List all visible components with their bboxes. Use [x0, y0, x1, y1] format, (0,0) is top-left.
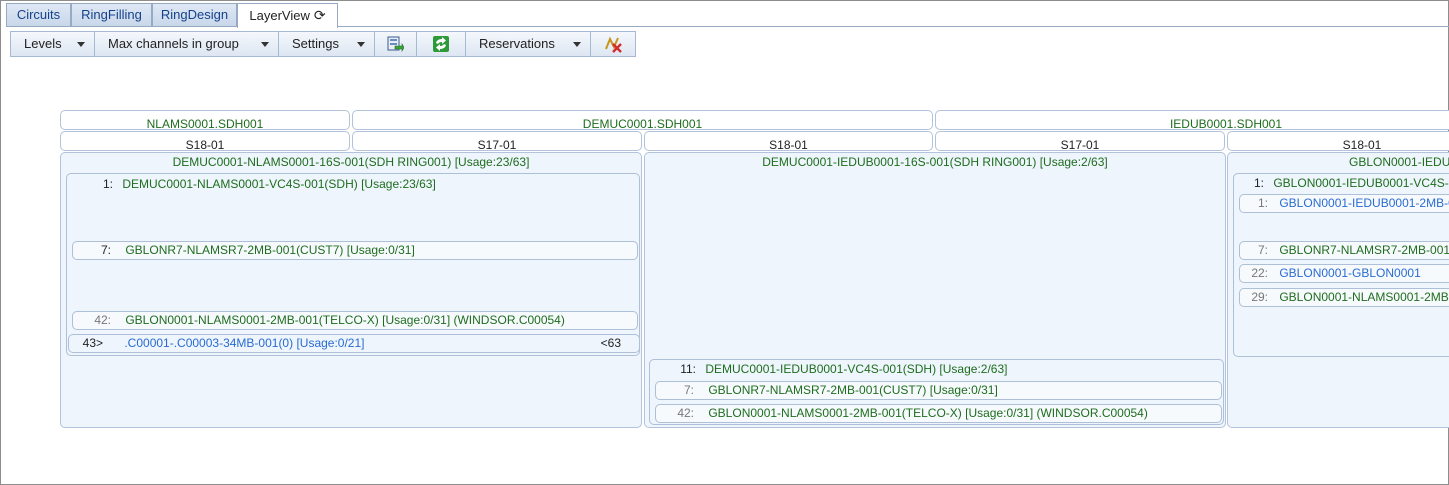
circuit-row[interactable]: 7: GBLONR7-NLAMSR7-2MB-001(CUST7) [Usage…: [72, 241, 638, 260]
tab-circuits[interactable]: Circuits: [6, 3, 71, 26]
ring-title: DEMUC0001-IEDUB0001-16S-001(SDH RING001)…: [762, 155, 1108, 169]
toolbar: Levels Max channels in group Settings Re…: [10, 31, 636, 57]
slot-header: S18-01: [60, 131, 350, 151]
node-header: DEMUC0001.SDH001: [352, 110, 933, 130]
delete-reservation-button[interactable]: [591, 32, 635, 56]
circuit-label: DEMUC0001-IEDUB0001-VC4S-001(SDH) [Usage…: [705, 362, 1008, 376]
chevron-down-icon: [357, 42, 365, 47]
slot-header: S17-01: [352, 131, 642, 151]
export-icon: [387, 36, 404, 53]
chevron-down-icon: [261, 42, 269, 47]
node-header: NLAMS0001.SDH001: [60, 110, 350, 130]
channel-number: 1:: [1257, 196, 1268, 210]
max-channels-label: Max channels in group: [108, 36, 239, 51]
export-button[interactable]: [375, 32, 417, 56]
vc4-row[interactable]: 1: DEMUC0001-NLAMS0001-VC4S-001(SDH) [Us…: [71, 176, 631, 193]
circuit-label: GBLONR7-NLAMSR7-2MB-001(CUST7) [Usage:0/…: [708, 383, 998, 397]
channel-number: 7:: [1257, 243, 1268, 257]
vc4-group[interactable]: 1: DEMUC0001-NLAMS0001-VC4S-001(SDH) [Us…: [66, 173, 640, 356]
circuit-row[interactable]: 22: GBLON0001-GBLON0001: [1239, 264, 1449, 283]
refresh-icon[interactable]: ⟳: [314, 7, 326, 23]
ring-title: DEMUC0001-NLAMS0001-16S-001(SDH RING001)…: [172, 155, 530, 169]
tab-layerview-label: LayerView: [249, 8, 310, 23]
circuit-row[interactable]: 7: GBLONR7-NLAMSR7-2MB-001(CUST7): [1239, 241, 1449, 260]
ring-panel[interactable]: DEMUC0001-NLAMS0001-16S-001(SDH RING001)…: [60, 152, 642, 428]
ring-title: GBLON0001-IEDUB0001: [1349, 155, 1449, 169]
vc4-row[interactable]: 1: GBLON0001-IEDUB0001-VC4S-001(SDH): [1238, 175, 1449, 192]
slot-header: S17-01: [935, 131, 1225, 151]
levels-dropdown[interactable]: Levels: [11, 32, 95, 56]
reservations-label: Reservations: [479, 36, 555, 51]
channel-number: 11:: [680, 362, 696, 376]
channel-number: 1:: [102, 177, 113, 191]
delete-icon: [605, 36, 622, 53]
vc4-group[interactable]: 1: GBLON0001-IEDUB0001-VC4S-001(SDH) 1: …: [1233, 173, 1449, 357]
circuit-row[interactable]: 1: GBLON0001-IEDUB0001-2MB-001: [1239, 194, 1449, 213]
tab-layerview[interactable]: LayerView ⟳: [237, 3, 338, 28]
channel-number: 1:: [1253, 176, 1264, 190]
slot-header: S18-01: [1227, 131, 1449, 151]
levels-label: Levels: [24, 36, 62, 51]
circuit-label: GBLON0001-NLAMS0001-2MB-001: [1279, 290, 1449, 304]
circuit-label: .C00001-.C00003-34MB-001(0) [Usage:0/21]: [124, 336, 365, 350]
sync-icon: [433, 36, 449, 52]
channel-range-end: <63: [600, 336, 621, 350]
channel-number: 7:: [100, 243, 111, 257]
reservations-dropdown[interactable]: Reservations: [466, 32, 591, 56]
chevron-down-icon: [77, 42, 85, 47]
node-header: IEDUB0001.SDH001: [935, 110, 1449, 130]
circuit-row[interactable]: 29: GBLON0001-NLAMS0001-2MB-001: [1239, 288, 1449, 307]
tab-ringfilling[interactable]: RingFilling: [71, 3, 152, 26]
max-channels-dropdown[interactable]: Max channels in group: [95, 32, 279, 56]
circuit-label: DEMUC0001-NLAMS0001-VC4S-001(SDH) [Usage…: [122, 177, 436, 191]
circuit-row[interactable]: 42: GBLON0001-NLAMS0001-2MB-001(TELCO-X)…: [72, 311, 638, 330]
vc4-row[interactable]: 11: DEMUC0001-IEDUB0001-VC4S-001(SDH) [U…: [654, 361, 1214, 378]
tab-divider: [6, 26, 1449, 27]
channel-number: 29:: [1251, 290, 1268, 304]
circuit-label: GBLON0001-IEDUB0001-2MB-001: [1279, 196, 1449, 210]
ring-panel[interactable]: GBLON0001-IEDUB0001 1: GBLON0001-IEDUB00…: [1227, 152, 1449, 428]
circuit-row[interactable]: 7: GBLONR7-NLAMSR7-2MB-001(CUST7) [Usage…: [655, 381, 1222, 400]
chevron-down-icon: [573, 42, 581, 47]
sync-button[interactable]: [417, 32, 466, 56]
circuit-label: GBLON0001-GBLON0001: [1279, 266, 1421, 280]
circuit-label: GBLON0001-IEDUB0001-VC4S-001(SDH): [1273, 176, 1449, 190]
channel-number: 43>: [82, 336, 103, 350]
slot-header: S18-01: [644, 131, 933, 151]
channel-number: 42:: [677, 406, 694, 420]
circuit-row[interactable]: 42: GBLON0001-NLAMS0001-2MB-001(TELCO-X)…: [655, 404, 1222, 423]
vc4-group[interactable]: 11: DEMUC0001-IEDUB0001-VC4S-001(SDH) [U…: [649, 359, 1224, 425]
settings-label: Settings: [292, 36, 339, 51]
channel-number: 22:: [1251, 266, 1268, 280]
circuit-label: GBLONR7-NLAMSR7-2MB-001(CUST7): [1279, 243, 1449, 257]
tab-ringdesign[interactable]: RingDesign: [152, 3, 237, 26]
settings-dropdown[interactable]: Settings: [279, 32, 375, 56]
circuit-label: GBLONR7-NLAMSR7-2MB-001(CUST7) [Usage:0/…: [125, 243, 415, 257]
circuit-label: GBLON0001-NLAMS0001-2MB-001(TELCO-X) [Us…: [708, 406, 1148, 420]
channel-number: 42:: [94, 313, 111, 327]
circuit-row[interactable]: 43> .C00001-.C00003-34MB-001(0) [Usage:0…: [68, 334, 640, 353]
ring-panel[interactable]: DEMUC0001-IEDUB0001-16S-001(SDH RING001)…: [644, 152, 1226, 428]
channel-number: 7:: [683, 383, 694, 397]
circuit-label: GBLON0001-NLAMS0001-2MB-001(TELCO-X) [Us…: [125, 313, 565, 327]
